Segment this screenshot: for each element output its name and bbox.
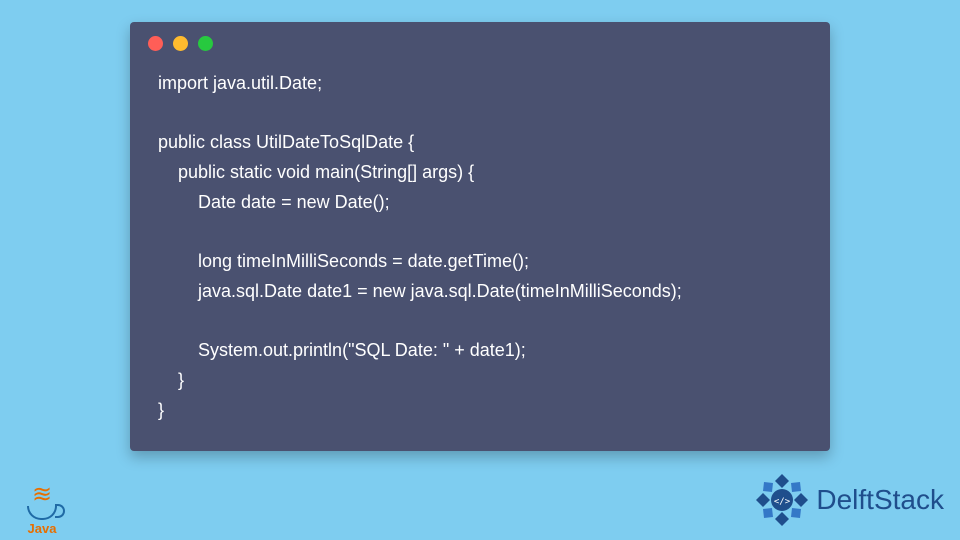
code-block: import java.util.Date; public class Util… — [130, 59, 830, 425]
minimize-icon — [173, 36, 188, 51]
close-icon — [148, 36, 163, 51]
java-steam-icon: ≋ — [14, 487, 70, 504]
java-logo-label: Java — [14, 521, 70, 536]
window-titlebar — [130, 22, 830, 59]
delftstack-logo: </> DelftStack — [754, 472, 944, 528]
maximize-icon — [198, 36, 213, 51]
delftstack-logo-label: DelftStack — [816, 484, 944, 516]
code-window: import java.util.Date; public class Util… — [130, 22, 830, 451]
java-cup-icon — [27, 506, 57, 520]
delftstack-emblem-icon: </> — [754, 472, 810, 528]
svg-text:</>: </> — [774, 497, 791, 507]
java-logo: ≋ Java — [14, 487, 70, 536]
